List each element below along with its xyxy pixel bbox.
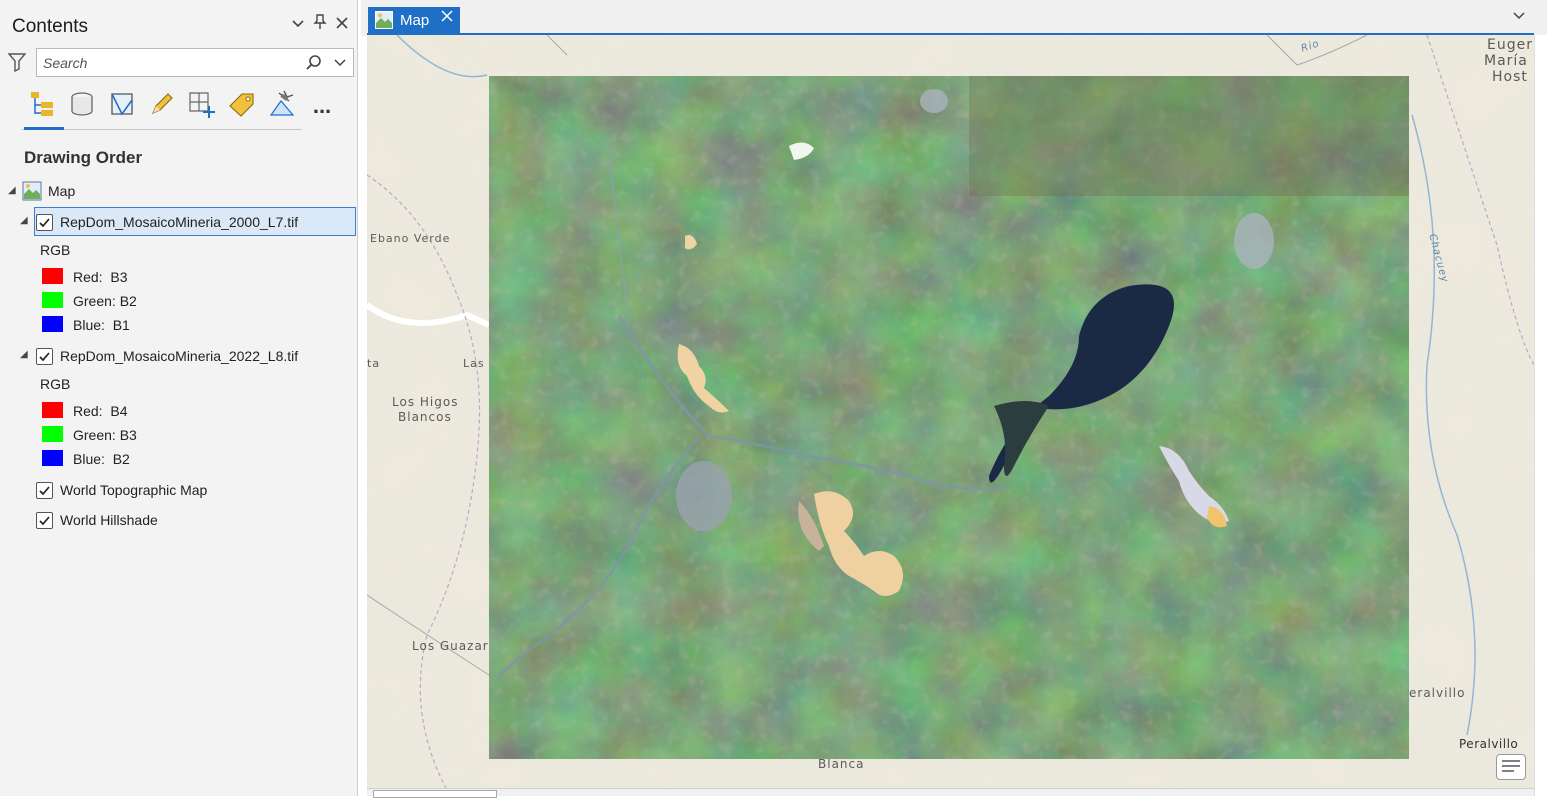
layer-name: World Hillshade xyxy=(60,512,158,528)
place-label: Los Higos xyxy=(392,395,459,409)
search-icon[interactable] xyxy=(305,54,323,72)
pane-options-chevron-icon[interactable] xyxy=(288,14,308,38)
blue-band-swatch xyxy=(42,316,63,332)
red-band-swatch xyxy=(42,402,63,418)
band-channel: Green: B2 xyxy=(73,293,137,309)
search-box xyxy=(36,48,354,77)
map-canvas[interactable]: Ebano Verde Los Higos Blancos Las ta Los… xyxy=(367,35,1534,790)
layer-row-2000-l7[interactable]: RepDom_MosaicoMineria_2000_L7.tif xyxy=(36,209,298,235)
map-node-label: Map xyxy=(48,183,76,199)
tree-node-map[interactable]: Map xyxy=(22,178,75,204)
place-label: Las xyxy=(463,357,485,370)
band-channel: Blue: B2 xyxy=(73,451,130,467)
layer-row-world-hillshade[interactable]: World Hillshade xyxy=(36,507,158,533)
layer-visibility-checkbox[interactable] xyxy=(36,347,53,365)
layer-name: RepDom_MosaicoMineria_2022_L8.tif xyxy=(60,348,299,364)
collapse-triangle-icon[interactable]: ◢ xyxy=(20,215,28,226)
place-label: Ebano Verde xyxy=(370,232,451,245)
layer-name: RepDom_MosaicoMineria_2000_L7.tif xyxy=(60,214,299,230)
map-icon xyxy=(375,11,393,29)
place-label: Host xyxy=(1492,69,1528,85)
contents-toolbar: ... xyxy=(22,86,331,130)
place-label: Los Guazara xyxy=(412,639,498,653)
band-channel: Blue: B1 xyxy=(73,317,130,333)
map-icon xyxy=(22,181,42,201)
band-channel: Red: B3 xyxy=(73,269,128,285)
layer-row-2022-l8[interactable]: RepDom_MosaicoMineria_2022_L8.tif xyxy=(36,343,298,369)
place-label: Blanca xyxy=(818,757,865,771)
collapse-triangle-icon[interactable]: ◢ xyxy=(20,349,28,360)
layer-visibility-checkbox[interactable] xyxy=(36,511,53,529)
green-band-swatch xyxy=(42,292,63,308)
place-label: ta xyxy=(367,357,381,370)
data-source-icon[interactable] xyxy=(66,88,98,120)
layer-row-world-topographic[interactable]: World Topographic Map xyxy=(36,477,207,503)
satellite-imagery-raster xyxy=(489,76,1409,759)
snapping-icon[interactable] xyxy=(186,88,218,120)
scale-input[interactable] xyxy=(373,790,497,798)
active-tab-indicator xyxy=(24,127,64,130)
section-heading: Drawing Order xyxy=(24,148,143,167)
collapse-triangle-icon[interactable]: ◢ xyxy=(8,185,16,196)
place-label: Peralvillo xyxy=(1459,737,1519,751)
place-label: Blancos xyxy=(398,410,452,424)
tab-label: Map xyxy=(400,12,430,29)
search-input[interactable] xyxy=(37,49,297,76)
close-icon[interactable] xyxy=(440,9,454,28)
close-icon[interactable] xyxy=(332,14,352,38)
filter-icon[interactable] xyxy=(7,52,27,73)
place-label: Euger xyxy=(1487,37,1533,53)
more-icon[interactable]: ... xyxy=(306,90,338,122)
legend-icon[interactable] xyxy=(1496,754,1526,780)
layer-name: World Topographic Map xyxy=(60,482,208,498)
place-label: María xyxy=(1484,53,1528,69)
chevron-down-icon[interactable] xyxy=(333,55,347,69)
red-band-swatch xyxy=(42,268,63,284)
renderer-label: RGB xyxy=(40,242,71,258)
chevron-down-icon[interactable] xyxy=(1512,8,1532,28)
green-band-swatch xyxy=(42,426,63,442)
contents-pane: Contents Search ... Drawing Order ◢ Map … xyxy=(0,0,358,796)
selection-icon[interactable] xyxy=(106,88,138,120)
editing-pencil-icon[interactable] xyxy=(146,88,178,120)
place-label: eralvillo xyxy=(1409,686,1466,700)
view-tabstrip: Map xyxy=(361,0,1547,36)
map-status-bar xyxy=(367,788,1534,798)
labeling-tag-icon[interactable] xyxy=(226,88,258,120)
layer-visibility-checkbox[interactable] xyxy=(36,213,53,231)
drawing-order-icon[interactable] xyxy=(26,88,58,120)
band-channel: Green: B3 xyxy=(73,427,137,443)
pin-icon[interactable] xyxy=(310,14,330,38)
layer-visibility-checkbox[interactable] xyxy=(36,481,53,499)
perspective-imagery-icon[interactable] xyxy=(266,88,298,120)
renderer-label: RGB xyxy=(40,376,71,392)
blue-band-swatch xyxy=(42,450,63,466)
pane-title: Contents xyxy=(12,16,89,37)
band-channel: Red: B4 xyxy=(73,403,128,419)
tab-map[interactable]: Map xyxy=(368,7,460,34)
map-vertical-scrollbar[interactable] xyxy=(1534,35,1547,796)
